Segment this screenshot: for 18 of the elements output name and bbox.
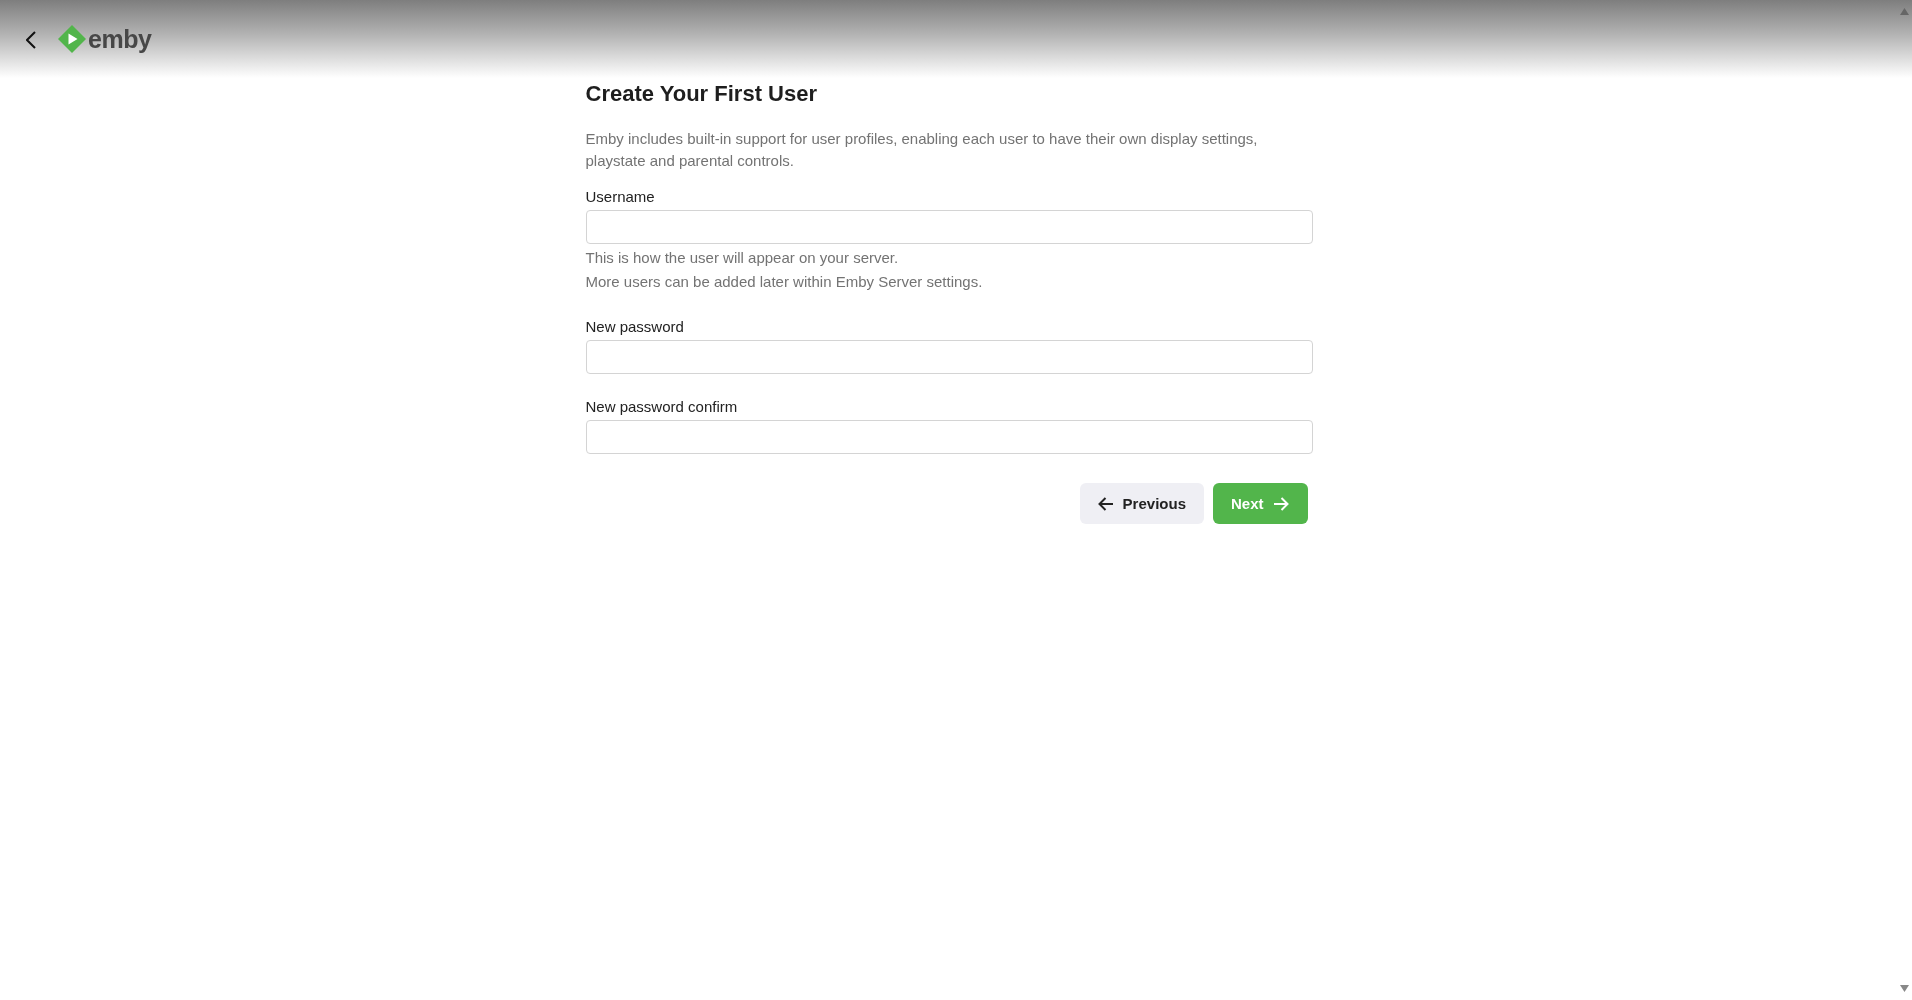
field-label: New password — [585, 317, 685, 337]
scroll-down-icon[interactable] — [1900, 985, 1909, 992]
right-arrow-icon — [1272, 496, 1289, 511]
page-title: Create Your First User — [585, 80, 818, 108]
scroll-up-icon[interactable] — [1900, 8, 1909, 15]
input-field[interactable] — [585, 340, 1313, 374]
input-field[interactable] — [585, 420, 1313, 454]
previous-button[interactable]: Previous — [1079, 483, 1204, 524]
logo-icon — [58, 25, 86, 53]
field-label: New password confirm — [585, 397, 739, 417]
left-arrow-icon — [1097, 496, 1114, 511]
help-text: More users can be added later within Emby Server settings. — [585, 272, 984, 292]
input-field[interactable] — [585, 210, 1313, 244]
help-text: This is how the user will appear on your server. — [585, 248, 900, 268]
page-description: Emby includes built-in support for user profiles, enabling each user to have their own display settings, playstate and parental controls. — [585, 129, 1259, 171]
field-label: Username — [585, 187, 656, 207]
logo-text: emby — [88, 25, 152, 53]
back-button[interactable] — [26, 30, 36, 49]
